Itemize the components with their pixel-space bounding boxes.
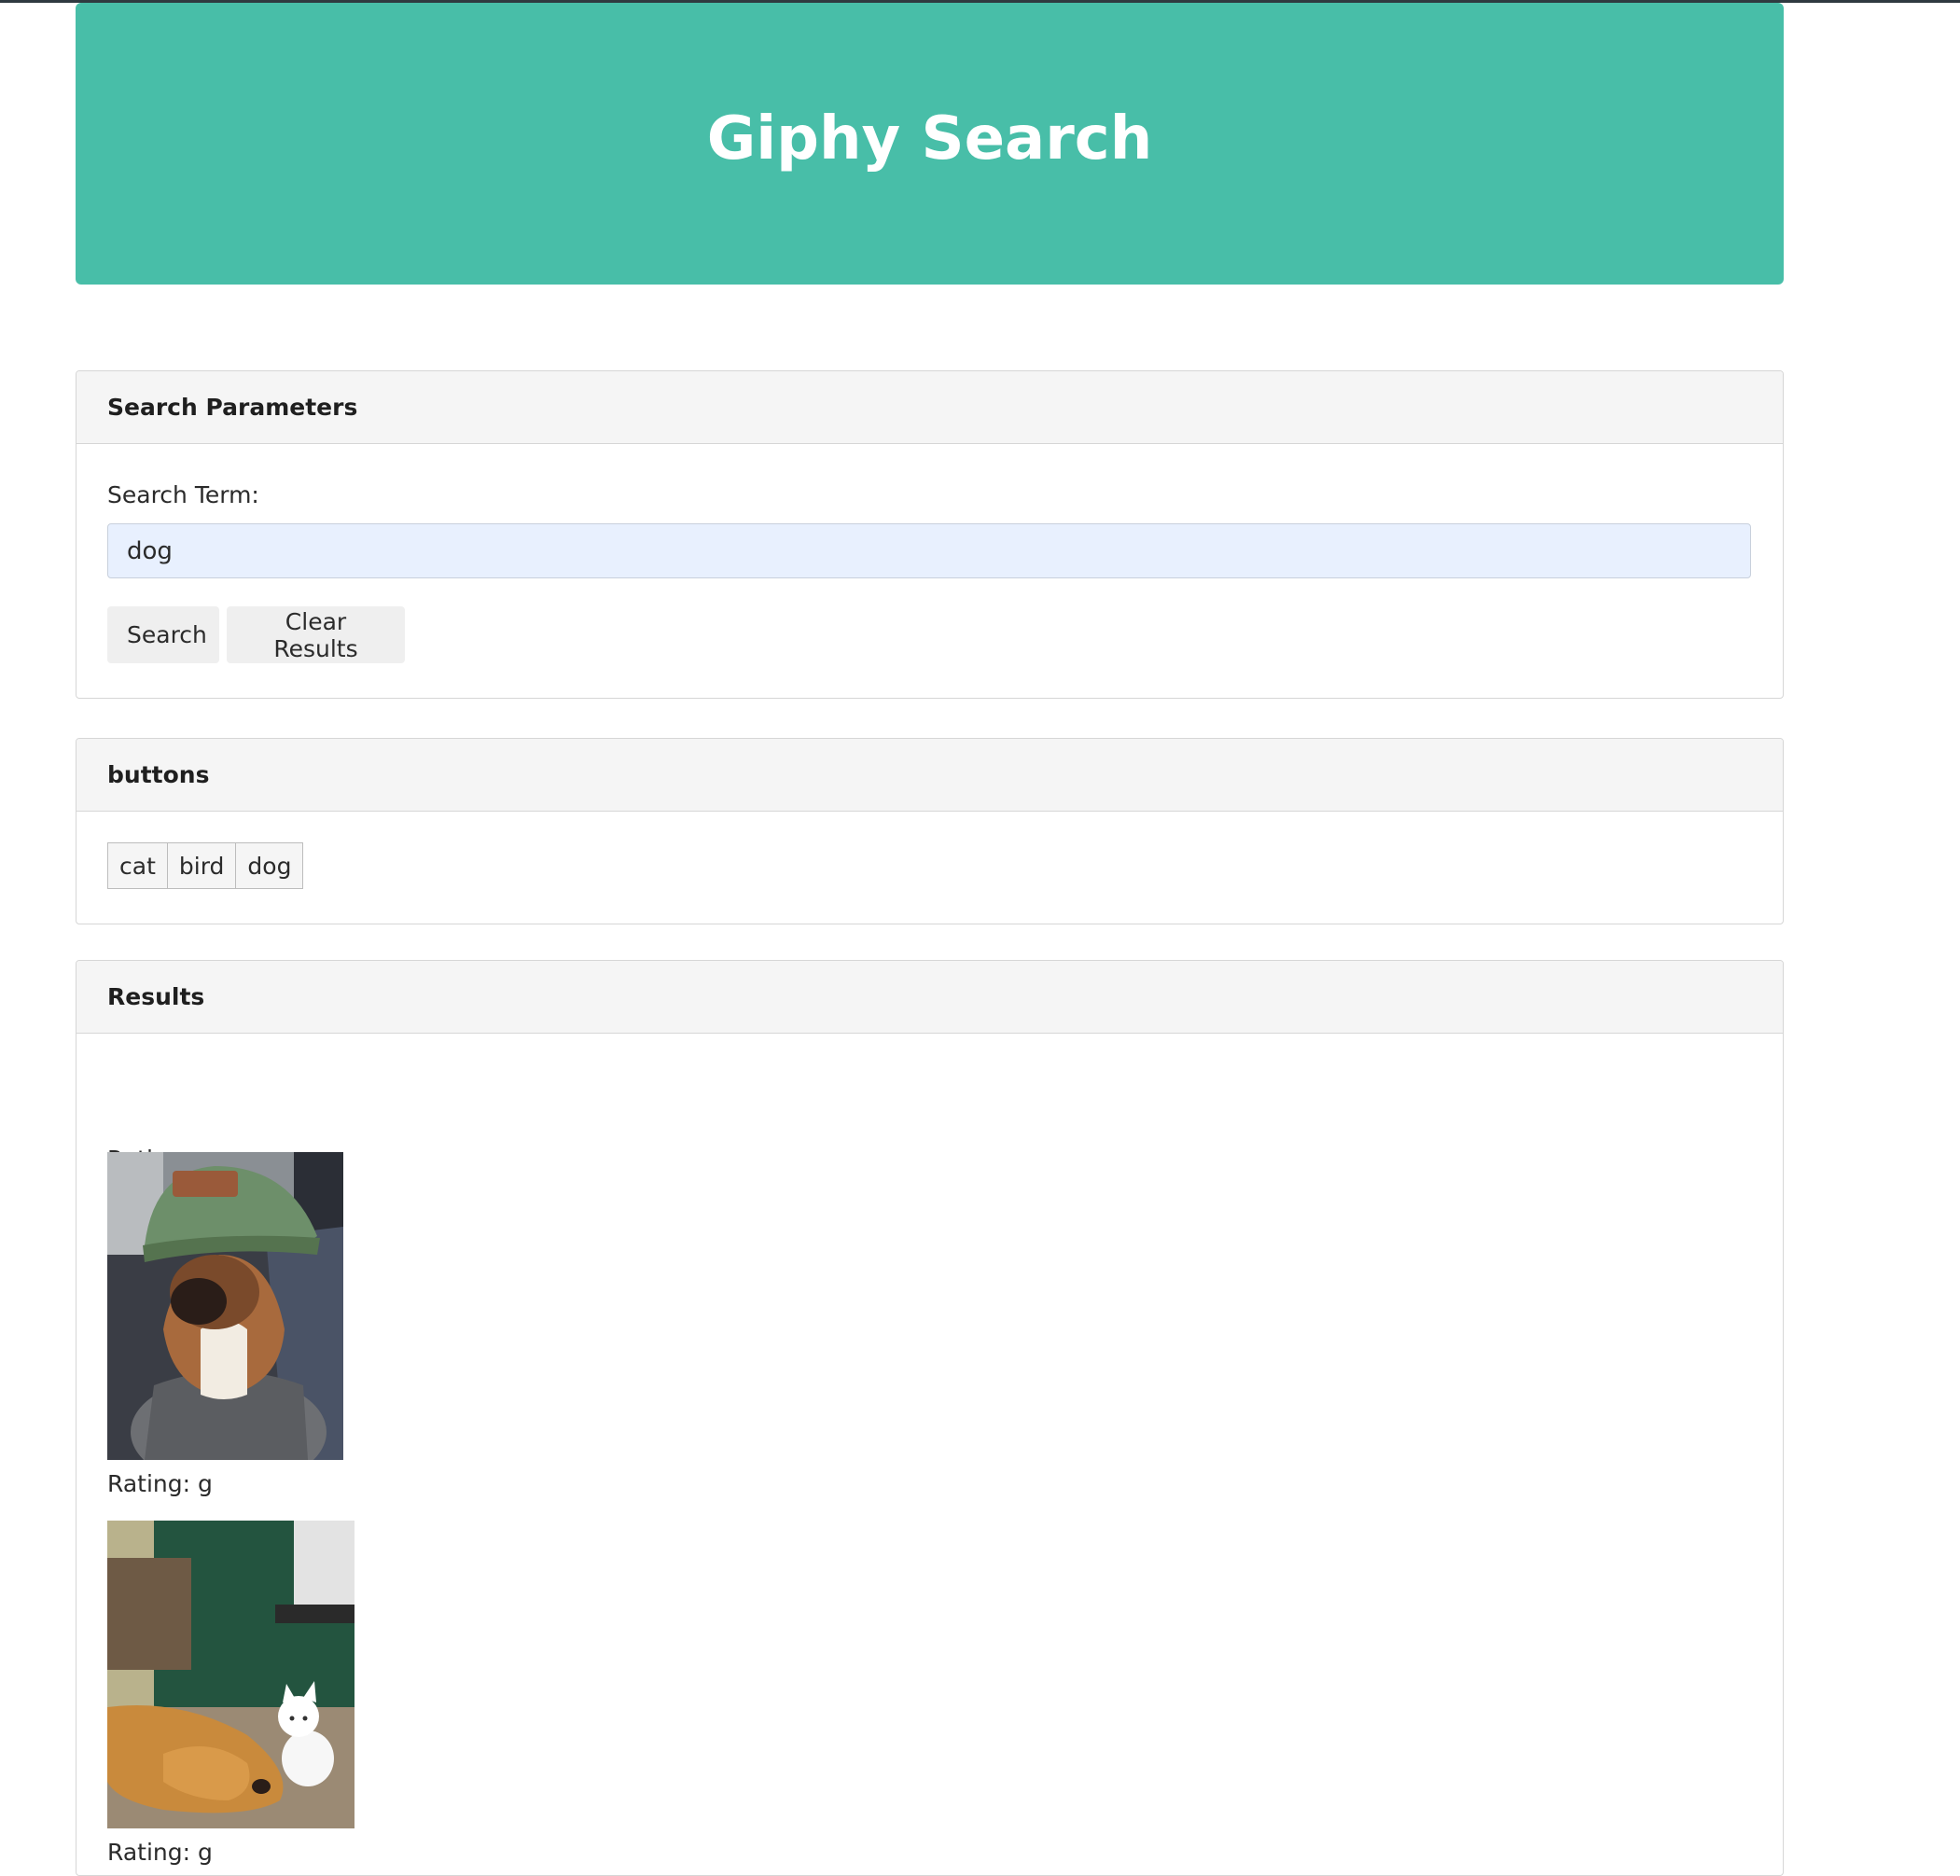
page-container: Giphy Search Search Parameters Search Te… [76, 3, 1784, 1876]
results-panel: Results Rating: g Rating: g [76, 960, 1784, 1876]
topic-button-group: cat bird dog [107, 842, 304, 889]
page-title: Giphy Search [706, 104, 1153, 174]
result-rating: Rating: g [107, 1470, 213, 1497]
panel-title: Results [107, 983, 205, 1010]
panel-heading: Results [76, 961, 1783, 1034]
panel-title: buttons [107, 761, 210, 788]
boxer-dog-beanie-gif[interactable] [107, 1152, 343, 1460]
topic-button-bird[interactable]: bird [166, 842, 237, 889]
result-rating: Rating: g [107, 1839, 213, 1866]
panel-title: Search Parameters [107, 394, 358, 421]
topic-buttons-panel: buttons cat bird dog [76, 738, 1784, 924]
dog-and-kitten-image [107, 1521, 354, 1828]
dog-and-kitten-gif[interactable] [107, 1521, 354, 1828]
header-banner: Giphy Search [76, 3, 1784, 285]
topic-button-dog[interactable]: dog [235, 842, 304, 889]
search-term-label: Search Term: [107, 481, 259, 508]
clear-results-button[interactable]: Clear Results [227, 606, 405, 663]
boxer-dog-image [107, 1152, 343, 1460]
panel-heading: Search Parameters [76, 371, 1783, 444]
search-button[interactable]: Search [107, 606, 219, 663]
topic-button-cat[interactable]: cat [107, 842, 168, 889]
search-input[interactable] [107, 523, 1751, 578]
search-parameters-panel: Search Parameters Search Term: Search Cl… [76, 370, 1784, 699]
panel-heading: buttons [76, 739, 1783, 812]
